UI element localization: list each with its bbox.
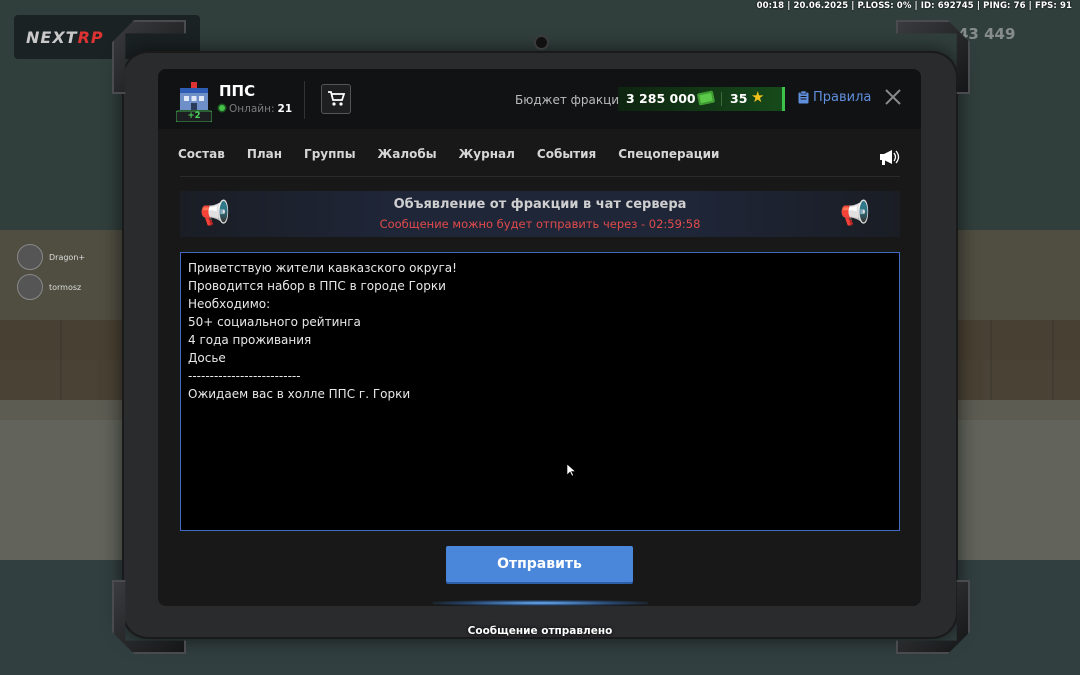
tab-journal[interactable]: Журнал — [459, 147, 515, 161]
message-line: Необходимо: — [188, 297, 271, 311]
status-notification: Сообщение отправлено — [467, 625, 613, 637]
rules-label: Правила — [813, 90, 872, 105]
budget-label: Бюджет фракции: — [515, 93, 631, 107]
message-line: Досье — [188, 351, 226, 365]
tab-complaints[interactable]: Жалобы — [378, 147, 437, 161]
tablet-camera — [534, 35, 549, 50]
star-icon: ★ — [751, 88, 765, 106]
player-name: tormosz — [49, 282, 82, 292]
message-line: Проводится набор в ППС в городе Горки — [188, 279, 446, 293]
player-name: Dragon+ — [49, 252, 86, 262]
message-line: Ожидаем вас в холле ППС г. Горки — [188, 387, 411, 401]
header-divider — [304, 81, 305, 119]
tab-events[interactable]: События — [537, 147, 596, 161]
voice-player-2: tormosz — [17, 274, 81, 300]
shop-button[interactable] — [321, 84, 351, 114]
faction-header: +2 ППС Онлайн: 21 Бюджет фракции: 3 285 0… — [158, 69, 921, 129]
tab-plan[interactable]: План — [247, 147, 282, 161]
stars-value: 35 — [730, 91, 748, 106]
faction-tabs: Состав План Группы Жалобы Журнал События… — [178, 147, 741, 161]
logo-text: NEXT — [26, 28, 78, 47]
hud-status-bar: 00:18 | 20.06.2025 | P.LOSS: 0% | ID: 69… — [756, 1, 1072, 11]
logo-rp-text: RP — [77, 28, 104, 47]
tabs-divider — [180, 176, 900, 177]
mouse-cursor-icon — [567, 464, 576, 477]
announcement-banner: 📢 📢 Объявление от фракции в чат сервера … — [180, 191, 900, 237]
voice-player-1: Dragon+ — [17, 244, 85, 270]
tab-groups[interactable]: Группы — [304, 147, 356, 161]
rank-badge: +2 — [187, 111, 201, 121]
tab-sostav[interactable]: Состав — [178, 147, 225, 161]
cart-icon — [328, 91, 345, 106]
megaphone-icon[interactable] — [878, 149, 900, 165]
close-icon[interactable] — [883, 87, 903, 107]
money-icon — [696, 90, 716, 106]
online-label: Онлайн: — [229, 103, 275, 115]
online-dot-icon — [219, 105, 225, 111]
discord-avatar-icon — [17, 244, 43, 270]
message-textarea[interactable]: Приветствую жители кавказского округа! П… — [180, 252, 900, 531]
budget-divider — [721, 92, 722, 106]
budget-display: 3 285 000 35 ★ — [618, 87, 785, 111]
message-line: 4 года проживания — [188, 333, 312, 347]
faction-tablet-screen: +2 ППС Онлайн: 21 Бюджет фракции: 3 285 0… — [158, 69, 921, 606]
online-counter: Онлайн: 21 — [219, 103, 292, 115]
screen-bottom-glow — [433, 600, 648, 606]
message-line: -------------------------- — [188, 369, 301, 383]
cooldown-text: Сообщение можно будет отправить через - … — [379, 217, 701, 231]
message-line: Приветствую жители кавказского округа! — [188, 261, 457, 275]
server-logo: NEXTRP — [26, 28, 104, 47]
rules-link[interactable]: Правила — [798, 90, 871, 105]
faction-title: ППС — [219, 82, 256, 100]
player-avatar — [17, 274, 43, 300]
tab-special-ops[interactable]: Спецоперации — [618, 147, 719, 161]
budget-value: 3 285 000 — [626, 91, 696, 106]
message-line: 50+ социального рейтинга — [188, 315, 361, 329]
send-button[interactable]: Отправить — [446, 546, 633, 582]
clipboard-icon — [798, 91, 809, 104]
announcement-title: Объявление от фракции в чат сервера — [393, 197, 687, 212]
online-count: 21 — [277, 103, 293, 115]
